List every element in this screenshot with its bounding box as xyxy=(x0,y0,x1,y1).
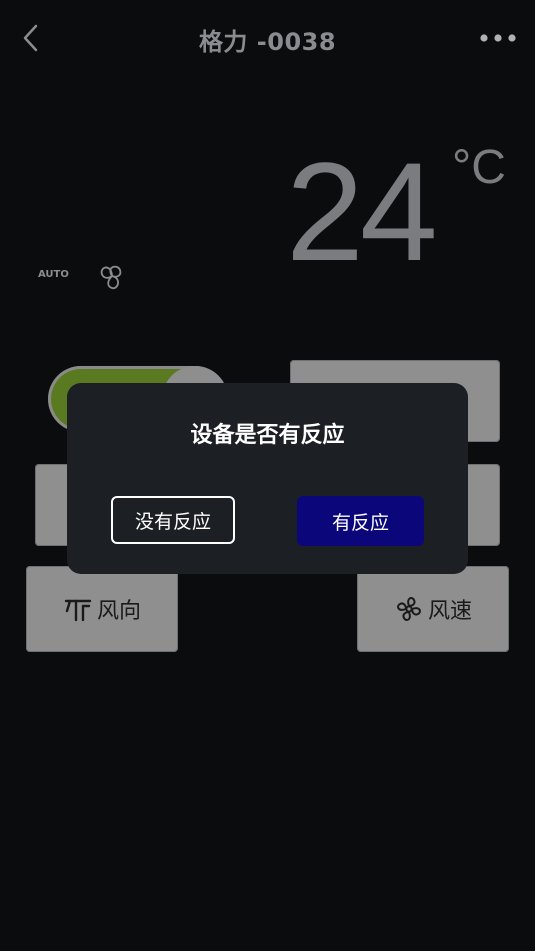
temperature-value: 24 xyxy=(286,133,438,290)
screen: 格力 -0038 24 °C AUTO 风向 风速 设备是否有反应 没有反应 有… xyxy=(0,0,535,951)
no-response-button[interactable]: 没有反应 xyxy=(111,496,235,544)
swirl-icon xyxy=(96,260,128,292)
wind-direction-icon xyxy=(64,599,92,622)
dialog-title: 设备是否有反应 xyxy=(190,423,345,448)
more-button[interactable] xyxy=(479,26,517,50)
wind-direction-label: 风向 xyxy=(96,599,141,624)
mode-label: AUTO xyxy=(38,269,69,280)
header: 格力 -0038 xyxy=(0,0,535,78)
fan-icon xyxy=(397,597,421,621)
more-dots-icon xyxy=(480,34,516,42)
has-response-button[interactable]: 有反应 xyxy=(297,496,424,546)
temperature-unit: °C xyxy=(452,141,506,194)
wind-speed-button[interactable]: 风速 xyxy=(357,566,509,652)
page-title: 格力 -0038 xyxy=(198,28,337,56)
wind-speed-label: 风速 xyxy=(427,599,472,624)
response-dialog: 设备是否有反应 没有反应 有反应 xyxy=(67,383,468,574)
wind-direction-button[interactable]: 风向 xyxy=(26,566,178,652)
